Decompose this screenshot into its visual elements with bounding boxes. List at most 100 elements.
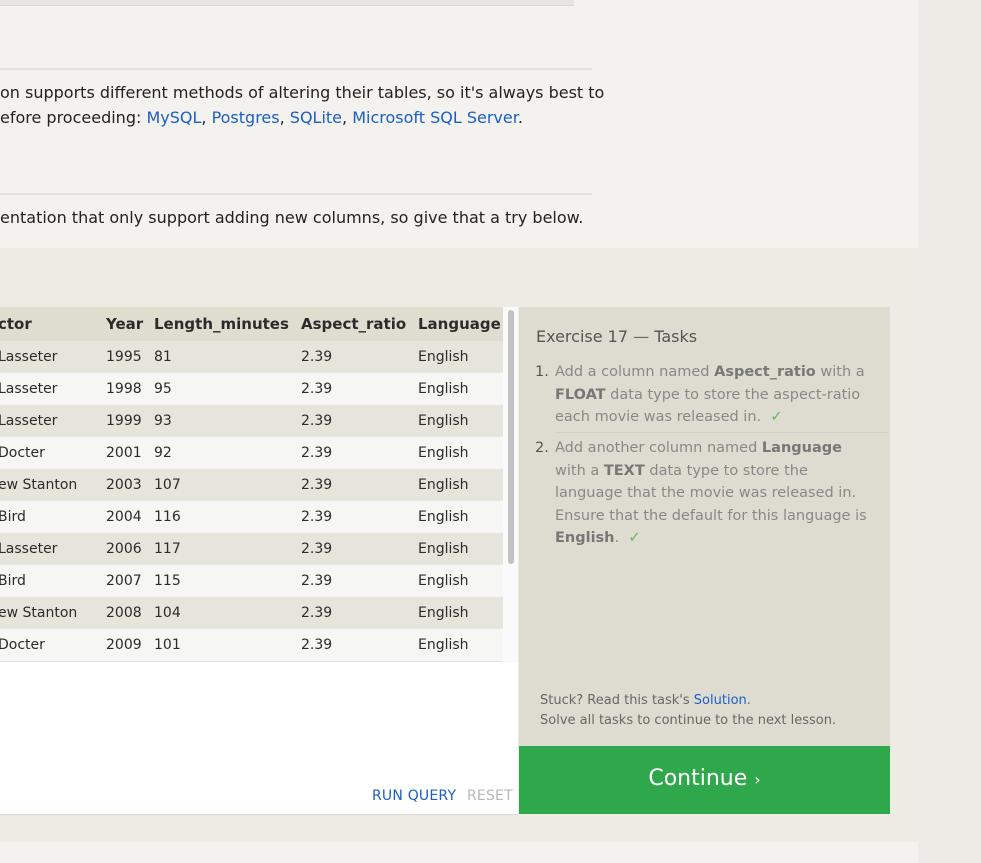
- table-cell: 115: [154, 573, 181, 589]
- help-text: Stuck? Read this task's Solution. Solve …: [540, 691, 836, 731]
- column-header-director: ctor: [0, 315, 32, 333]
- task-complete-check-icon: ✓: [628, 530, 641, 546]
- table-row: Docter 2009 101 2.39 English: [0, 629, 503, 662]
- solution-link[interactable]: Solution: [694, 693, 747, 708]
- table-cell: 2.39: [301, 349, 333, 365]
- table-cell: 2009: [106, 637, 142, 653]
- stuck-suffix: .: [746, 693, 751, 708]
- section-divider: [0, 193, 592, 195]
- table-cell: 2008: [106, 605, 142, 621]
- table-cell: English: [418, 413, 469, 429]
- results-scrollbar-thumb[interactable]: [508, 310, 514, 564]
- table-row: Lasseter 2006 117 2.39 English: [0, 533, 503, 566]
- table-cell: Docter: [0, 445, 45, 461]
- tasks-label: Tasks: [654, 327, 698, 346]
- table-cell: 107: [154, 477, 181, 493]
- table-cell: English: [418, 509, 469, 525]
- table-cell: 2007: [106, 573, 142, 589]
- continue-button[interactable]: Continue ›: [519, 746, 890, 814]
- table-cell: 81: [154, 349, 172, 365]
- column-header-year: Year: [106, 315, 144, 333]
- table-cell: English: [418, 445, 469, 461]
- table-cell: 2.39: [301, 637, 333, 653]
- table-row: ew Stanton 2003 107 2.39 English: [0, 469, 503, 502]
- table-cell: Lasseter: [0, 413, 58, 429]
- table-cell: English: [418, 541, 469, 557]
- results-table: ctor Year Length_minutes Aspect_ratio La…: [0, 307, 503, 663]
- table-header-row: ctor Year Length_minutes Aspect_ratio La…: [0, 307, 503, 341]
- solve-all-note: Solve all tasks to continue to the next …: [540, 713, 837, 728]
- table-row: Bird 2004 116 2.39 English: [0, 501, 503, 534]
- lesson-paragraph-2: entation that only support adding new co…: [0, 208, 584, 227]
- table-cell: Docter: [0, 637, 45, 653]
- task-text: Add another column named Language with a…: [555, 440, 867, 546]
- table-row: Lasseter 1998 95 2.39 English: [0, 373, 503, 406]
- table-cell: Lasseter: [0, 541, 58, 557]
- stuck-prefix: Stuck? Read this task's: [540, 693, 694, 708]
- task-item-1: 1. Add a column named Aspect_ratio with …: [535, 361, 875, 429]
- table-cell: English: [418, 349, 469, 365]
- section-divider: [0, 68, 592, 70]
- table-cell: English: [418, 637, 469, 653]
- table-row: Lasseter 1999 93 2.39 English: [0, 405, 503, 438]
- lesson-paragraph-1-line-2: efore proceeding: MySQL, Postgres, SQLit…: [0, 108, 523, 127]
- lesson-paragraph-1-prefix: efore proceeding:: [0, 108, 147, 127]
- table-cell: ew Stanton: [0, 477, 78, 493]
- title-separator: —: [628, 327, 655, 346]
- table-row: Docter 2001 92 2.39 English: [0, 437, 503, 470]
- results-scrollbar[interactable]: [503, 307, 518, 663]
- table-cell: 1998: [106, 381, 142, 397]
- table-cell: 2.39: [301, 381, 333, 397]
- table-row: Lasseter 1995 81 2.39 English: [0, 341, 503, 374]
- code-block-edge: [0, 0, 574, 6]
- table-cell: 1995: [106, 349, 142, 365]
- table-cell: 2.39: [301, 477, 333, 493]
- table-cell: 117: [154, 541, 181, 557]
- table-cell: Lasseter: [0, 381, 58, 397]
- table-cell: English: [418, 477, 469, 493]
- table-cell: 2.39: [301, 413, 333, 429]
- table-cell: 104: [154, 605, 181, 621]
- table-cell: English: [418, 573, 469, 589]
- table-cell: ew Stanton: [0, 605, 78, 621]
- table-cell: 2.39: [301, 509, 333, 525]
- table-cell: 2001: [106, 445, 142, 461]
- chevron-right-icon: ›: [754, 770, 761, 789]
- column-header-aspect-ratio: Aspect_ratio: [301, 315, 407, 333]
- task-text: Add a column named Aspect_ratio with a F…: [555, 364, 865, 425]
- table-cell: 95: [154, 381, 172, 397]
- tasks-title: Exercise 17 — Tasks: [536, 327, 697, 346]
- task-item-2: 2. Add another column named Language wit…: [535, 437, 875, 550]
- table-cell: 2004: [106, 509, 142, 525]
- task-number: 1.: [535, 364, 549, 380]
- table-cell: 116: [154, 509, 181, 525]
- footer: [0, 842, 918, 863]
- table-cell: 101: [154, 637, 181, 653]
- tasks-panel: Exercise 17 — Tasks 1. Add a column name…: [519, 307, 890, 746]
- table-cell: 2003: [106, 477, 142, 493]
- table-row: ew Stanton 2008 104 2.39 English: [0, 597, 503, 630]
- table-cell: 93: [154, 413, 172, 429]
- task-complete-check-icon: ✓: [770, 409, 783, 425]
- reset-button: RESET: [467, 788, 513, 804]
- mysql-link[interactable]: MySQL: [146, 108, 201, 127]
- exercise-number: Exercise 17: [536, 327, 629, 346]
- table-cell: 2.39: [301, 541, 333, 557]
- column-header-length-minutes: Length_minutes: [154, 315, 289, 333]
- lesson-paragraph-1-line-1: on supports different methods of alterin…: [0, 83, 605, 102]
- task-number: 2.: [535, 440, 549, 456]
- table-cell: Lasseter: [0, 349, 58, 365]
- table-cell: 2006: [106, 541, 142, 557]
- table-cell: Bird: [0, 509, 26, 525]
- table-cell: English: [418, 381, 469, 397]
- mssql-link[interactable]: Microsoft SQL Server: [352, 108, 518, 127]
- run-query-button[interactable]: RUN QUERY: [372, 788, 456, 804]
- table-cell: 2.39: [301, 445, 333, 461]
- table-cell: 92: [154, 445, 172, 461]
- column-header-language: Language: [418, 315, 501, 333]
- table-cell: English: [418, 605, 469, 621]
- table-cell: 2.39: [301, 573, 333, 589]
- sqlite-link[interactable]: SQLite: [290, 108, 342, 127]
- postgres-link[interactable]: Postgres: [212, 108, 280, 127]
- table-cell: 1999: [106, 413, 142, 429]
